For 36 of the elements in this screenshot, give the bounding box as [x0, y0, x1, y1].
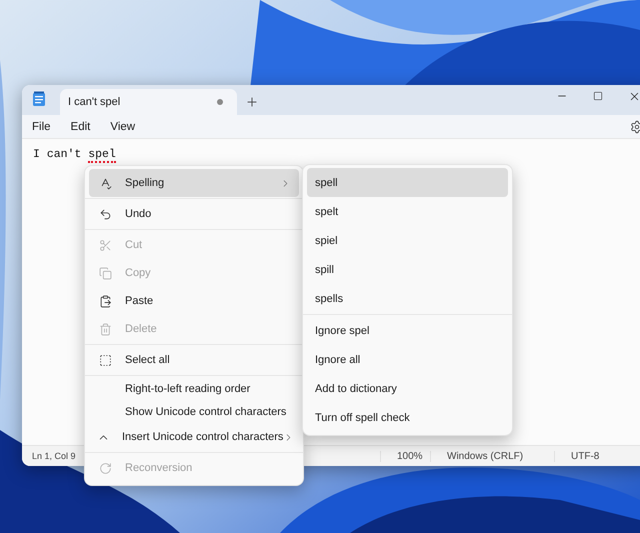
maximize-icon[interactable] [593, 91, 603, 101]
menu-item[interactable]: spell [307, 168, 508, 197]
trash-icon [98, 322, 112, 336]
menu-item[interactable]: Add to dictionary [307, 374, 508, 403]
copy-icon [98, 266, 112, 280]
undo-icon [98, 208, 112, 220]
menu-item[interactable]: Undo [89, 200, 299, 228]
settings-icon[interactable] [630, 120, 640, 134]
redo-icon [98, 462, 112, 474]
notepad-icon [32, 91, 46, 107]
menu-item[interactable]: Right-to-left reading order [89, 377, 299, 400]
paste-icon [98, 294, 112, 308]
menu-item[interactable]: Paste [89, 287, 299, 315]
menu-item[interactable]: Edit [62, 118, 98, 134]
status-text: 100% [380, 450, 430, 462]
editor-text: I can't spel [33, 148, 116, 161]
menu-item[interactable]: File [24, 118, 59, 134]
menu-item[interactable]: Turn off spell check [307, 403, 508, 432]
status-text: UTF-8 [554, 450, 640, 462]
menu-item[interactable]: spelt [307, 197, 508, 226]
status-text: Ln 1, Col 9 [31, 451, 77, 461]
status-text: Windows (CRLF) [430, 450, 554, 462]
new-tab-button[interactable] [245, 95, 259, 109]
menu-item[interactable]: Insert Unicode control characters [89, 423, 299, 451]
cut-icon [98, 238, 112, 252]
select-all-icon [98, 354, 112, 366]
menu-item[interactable]: Show Unicode control characters [89, 400, 299, 423]
menu-item[interactable]: Ignore all [307, 345, 508, 374]
menu-item[interactable]: Spelling [89, 169, 299, 197]
menu-item[interactable]: spiel [307, 226, 508, 255]
document-tab[interactable]: I can't spel [60, 89, 237, 115]
menu-item[interactable]: View [102, 118, 144, 134]
menu-item[interactable]: Ignore spel [307, 316, 508, 345]
menu-item[interactable]: spells [307, 284, 508, 313]
menu-item[interactable]: spill [307, 255, 508, 284]
menu-item[interactable]: Select all [89, 346, 299, 374]
